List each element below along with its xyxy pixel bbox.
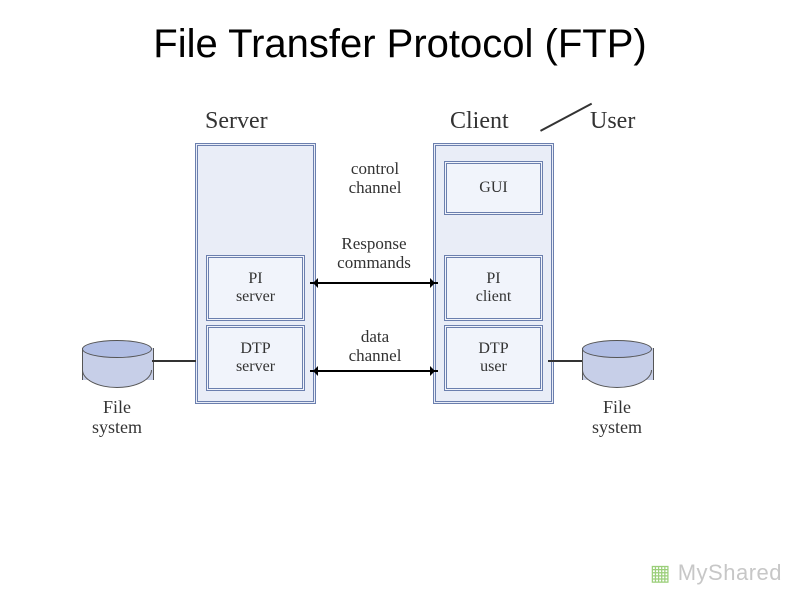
control-channel-label: controlchannel — [325, 160, 425, 197]
diagram-stage: File Transfer Protocol (FTP) Server Clie… — [0, 0, 800, 600]
file-system-left-icon — [82, 340, 152, 388]
connector-left — [152, 360, 196, 362]
client-label: Client — [450, 108, 509, 135]
watermark-icon: ▦ — [650, 560, 671, 585]
connector-right — [548, 360, 582, 362]
data-arrow — [310, 370, 438, 372]
pi-client-box: PIclient — [444, 255, 543, 321]
dtp-server-box: DTPserver — [206, 325, 305, 391]
watermark-text: MyShared — [678, 560, 782, 585]
file-system-left-label: Filesystem — [82, 398, 152, 438]
response-commands-label: Responsecommands — [322, 235, 426, 272]
watermark: ▦ MyShared — [650, 560, 782, 586]
file-system-right-icon — [582, 340, 652, 388]
page-title: File Transfer Protocol (FTP) — [0, 22, 800, 67]
gui-box: GUI — [444, 161, 543, 215]
dtp-user-box: DTPuser — [444, 325, 543, 391]
response-arrow — [310, 282, 438, 284]
pi-server-box: PIserver — [206, 255, 305, 321]
file-system-right-label: Filesystem — [582, 398, 652, 438]
data-channel-label: datachannel — [335, 328, 415, 365]
server-label: Server — [205, 108, 268, 135]
